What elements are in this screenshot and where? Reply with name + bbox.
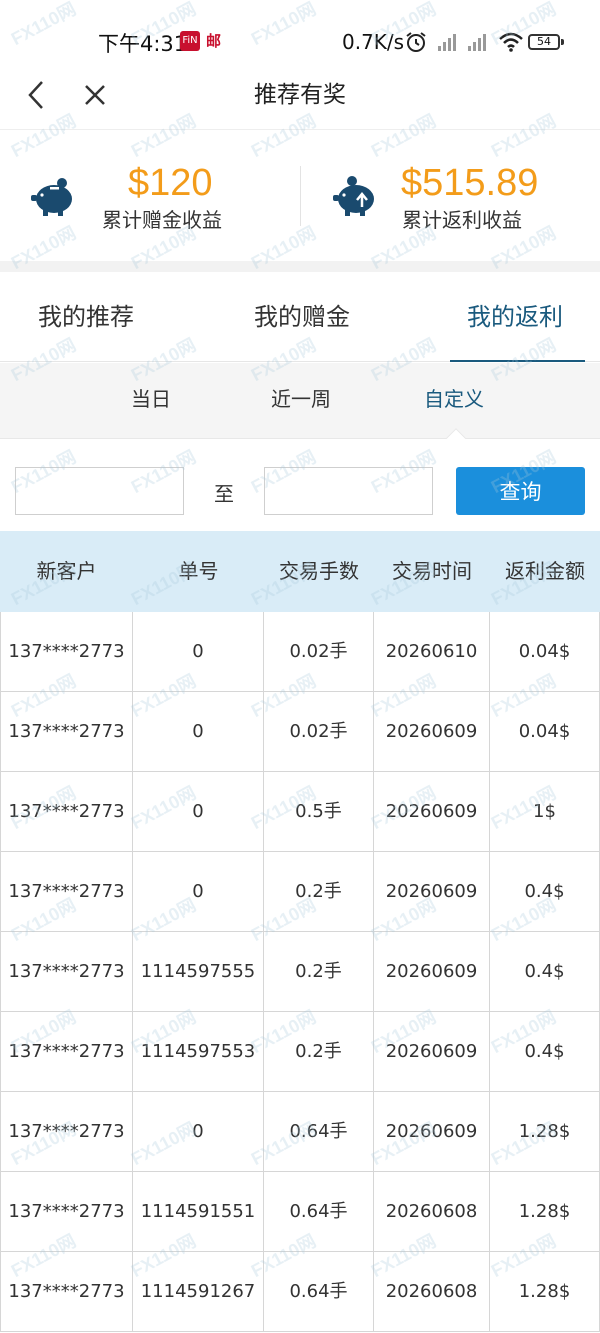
cell-client: 137****2773 <box>0 1172 133 1252</box>
cell-lots: 0.64手 <box>264 1252 374 1332</box>
tab-my-referrals[interactable]: 我的推荐 <box>38 300 134 334</box>
rebate-earnings-label: 累计返利收益 <box>402 208 522 232</box>
cell-time: 20260610 <box>374 612 490 692</box>
cell-lots: 0.2手 <box>264 852 374 932</box>
cell-rebate: 1.28$ <box>490 1092 600 1172</box>
cell-client: 137****2773 <box>0 692 133 772</box>
cell-client: 137****2773 <box>0 612 133 692</box>
battery-icon: 54 <box>528 34 564 50</box>
column-header-rebate: 返利金额 <box>505 559 585 583</box>
tab-bar: 我的推荐 我的赠金 我的返利 <box>0 272 600 362</box>
cell-order: 1114597553 <box>133 1012 264 1092</box>
piggy-bank-arrow-icon <box>333 176 374 216</box>
app-notification-icon: FiN <box>180 31 200 51</box>
table-row: 137****2773 0 0.02手 20260609 0.04$ <box>0 692 600 772</box>
page: 下午4:31 FiN 邮 0.7K/s 54 推荐有奖 $120 累计赠金收益 … <box>0 0 600 1333</box>
cell-order: 0 <box>133 612 264 692</box>
cell-rebate: 0.04$ <box>490 612 600 692</box>
cell-order: 0 <box>133 772 264 852</box>
cell-order: 0 <box>133 852 264 932</box>
mail-notification-icon: 邮 <box>206 32 222 50</box>
network-speed: 0.7K/s <box>342 30 405 54</box>
table-row: 137****2773 1114597553 0.2手 20260609 0.4$ <box>0 1012 600 1092</box>
column-header-lots: 交易手数 <box>279 559 359 583</box>
date-query-row: 至 查询 <box>0 440 600 530</box>
cell-rebate: 0.4$ <box>490 932 600 1012</box>
piggy-bank-icon <box>31 178 72 216</box>
cell-lots: 0.02手 <box>264 692 374 772</box>
column-header-time: 交易时间 <box>392 559 472 583</box>
cell-lots: 0.64手 <box>264 1172 374 1252</box>
cell-client: 137****2773 <box>0 1252 133 1332</box>
nav-bar: 推荐有奖 <box>0 80 600 130</box>
active-tab-indicator <box>450 360 585 362</box>
cell-time: 20260609 <box>374 1012 490 1092</box>
section-gap <box>0 261 600 272</box>
cell-time: 20260608 <box>374 1172 490 1252</box>
start-date-input[interactable] <box>15 467 184 515</box>
date-separator: 至 <box>214 482 234 506</box>
column-header-client: 新客户 <box>36 559 97 583</box>
cell-lots: 0.2手 <box>264 932 374 1012</box>
table-row: 137****2773 0 0.02手 20260610 0.04$ <box>0 612 600 692</box>
cell-lots: 0.2手 <box>264 1012 374 1092</box>
table-row: 137****2773 0 0.5手 20260609 1$ <box>0 772 600 852</box>
tab-my-bonus[interactable]: 我的赠金 <box>254 300 350 334</box>
end-date-input[interactable] <box>264 467 433 515</box>
gift-earnings-card: $120 累计赠金收益 <box>0 131 300 261</box>
table-row: 137****2773 1114591551 0.64手 20260608 1.28$ <box>0 1172 600 1252</box>
range-option-today[interactable]: 当日 <box>131 385 171 413</box>
cell-time: 20260609 <box>374 692 490 772</box>
cell-lots: 0.02手 <box>264 612 374 692</box>
wifi-icon <box>499 32 523 52</box>
status-bar: 下午4:31 FiN 邮 0.7K/s 54 <box>0 0 600 80</box>
cell-rebate: 1.28$ <box>490 1172 600 1252</box>
cell-rebate: 0.04$ <box>490 692 600 772</box>
cell-client: 137****2773 <box>0 932 133 1012</box>
range-filter: 当日 近一周 自定义 <box>0 363 600 439</box>
cell-rebate: 0.4$ <box>490 852 600 932</box>
cell-order: 0 <box>133 1092 264 1172</box>
table-row: 137****2773 0 0.64手 20260609 1.28$ <box>0 1092 600 1172</box>
range-option-custom[interactable]: 自定义 <box>424 385 484 413</box>
rebate-earnings-amount: $515.89 <box>401 162 539 204</box>
cell-lots: 0.64手 <box>264 1092 374 1172</box>
cell-rebate: 0.4$ <box>490 1012 600 1092</box>
status-time: 下午4:31 <box>98 32 188 56</box>
tab-my-rebate[interactable]: 我的返利 <box>467 300 563 334</box>
divider <box>300 166 301 226</box>
alarm-icon <box>406 32 426 52</box>
gift-earnings-label: 累计赠金收益 <box>102 208 222 232</box>
cell-rebate: 1.28$ <box>490 1252 600 1332</box>
gift-earnings-amount: $120 <box>128 162 213 204</box>
earnings-summary: $120 累计赠金收益 $515.89 累计返利收益 <box>0 131 600 261</box>
cell-lots: 0.5手 <box>264 772 374 852</box>
cell-order: 1114591267 <box>133 1252 264 1332</box>
range-option-week[interactable]: 近一周 <box>271 385 331 413</box>
page-title: 推荐有奖 <box>254 82 346 108</box>
cell-time: 20260609 <box>374 932 490 1012</box>
query-button[interactable]: 查询 <box>456 467 585 515</box>
cell-time: 20260609 <box>374 852 490 932</box>
column-header-order: 单号 <box>178 559 219 583</box>
signal-icon <box>438 34 456 51</box>
cell-client: 137****2773 <box>0 1012 133 1092</box>
cell-order: 1114591551 <box>133 1172 264 1252</box>
cell-client: 137****2773 <box>0 1092 133 1172</box>
cell-time: 20260609 <box>374 1092 490 1172</box>
signal-icon <box>468 34 486 51</box>
cell-rebate: 1$ <box>490 772 600 852</box>
table-row: 137****2773 0 0.2手 20260609 0.4$ <box>0 852 600 932</box>
cell-client: 137****2773 <box>0 772 133 852</box>
table-row: 137****2773 1114591267 0.64手 20260608 1.28$ <box>0 1252 600 1332</box>
cell-order: 1114597555 <box>133 932 264 1012</box>
cell-client: 137****2773 <box>0 852 133 932</box>
rebate-earnings-card: $515.89 累计返利收益 <box>302 131 600 261</box>
table-header: 新客户 单号 交易手数 交易时间 返利金额 <box>0 531 600 612</box>
cell-time: 20260608 <box>374 1252 490 1332</box>
cell-time: 20260609 <box>374 772 490 852</box>
table-row: 137****2773 1114597555 0.2手 20260609 0.4$ <box>0 932 600 1012</box>
cell-order: 0 <box>133 692 264 772</box>
